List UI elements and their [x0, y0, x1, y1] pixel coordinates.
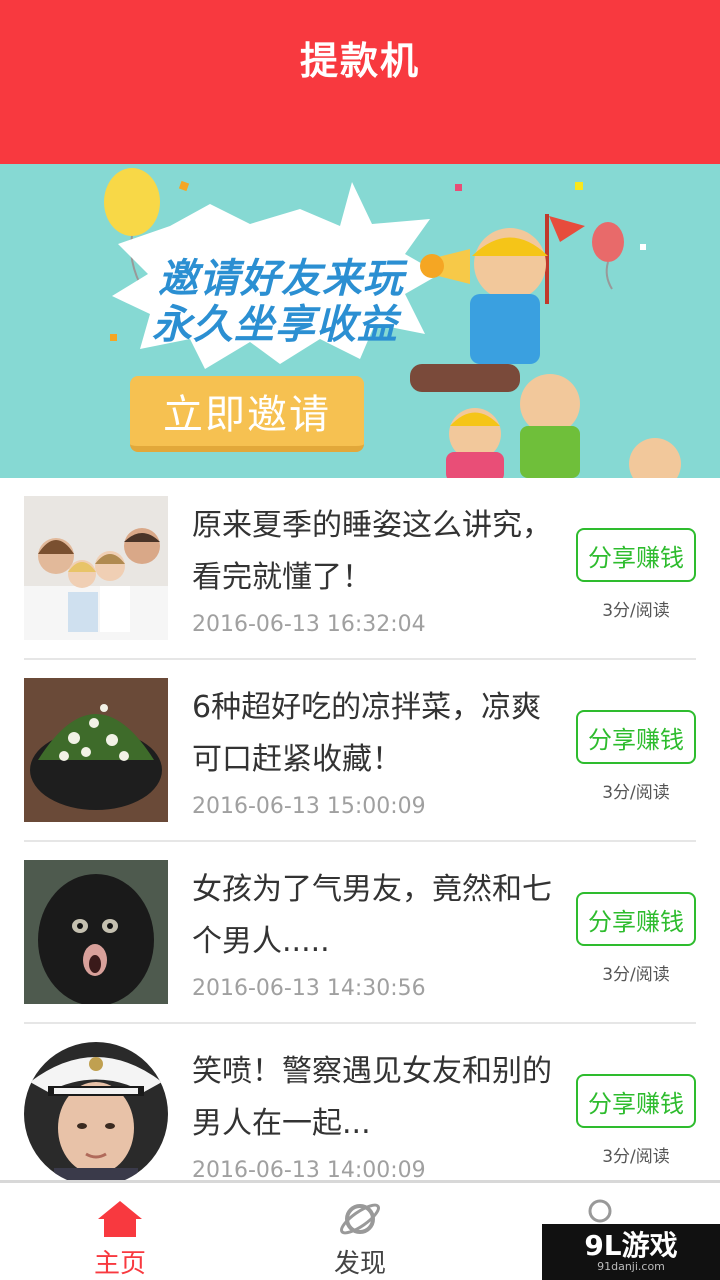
page-title: 提款机 — [299, 39, 420, 83]
tab-home[interactable]: 主页 — [0, 1183, 240, 1280]
reward-rate: 3分/阅读 — [602, 783, 670, 803]
police-woman-image — [24, 1042, 168, 1180]
article-title[interactable]: 笑喷！警察遇见女友和别的男人在一起... — [192, 1046, 552, 1150]
article-date: 2016-06-13 14:00:09 — [192, 1158, 426, 1180]
salad-bowl-image — [24, 678, 168, 822]
invite-banner[interactable]: 邀请好友来玩 永久坐享收益 立即邀请 — [0, 164, 720, 478]
share-earn-button[interactable]: 分享赚钱 — [576, 710, 696, 764]
family-sleeping-image — [24, 496, 168, 640]
reward-rate: 3分/阅读 — [602, 965, 670, 985]
list-item[interactable]: 6种超好吃的凉拌菜，凉爽可口赶紧收藏！ 2016-06-13 15:00:09 … — [0, 660, 720, 842]
article-title[interactable]: 女孩为了气男友，竟然和七个男人..... — [192, 864, 552, 968]
share-earn-button[interactable]: 分享赚钱 — [576, 1074, 696, 1128]
monkey-image — [24, 860, 168, 1004]
list-item[interactable]: 原来夏季的睡姿这么讲究，看完就懂了！ 2016-06-13 16:32:04 分… — [0, 478, 720, 660]
invite-now-button[interactable]: 立即邀请 — [130, 376, 364, 452]
watermark-main: 9L游戏 — [584, 1229, 678, 1262]
article-date: 2016-06-13 16:32:04 — [192, 612, 426, 637]
banner-headline-2: 永久坐享收益 — [152, 302, 398, 348]
share-earn-button[interactable]: 分享赚钱 — [576, 892, 696, 946]
reward-rate: 3分/阅读 — [602, 1147, 670, 1167]
list-item[interactable]: 女孩为了气男友，竟然和七个男人..... 2016-06-13 14:30:56… — [0, 842, 720, 1024]
article-date: 2016-06-13 15:00:09 — [192, 794, 426, 819]
watermark-sub: 91danji.com — [597, 1260, 665, 1273]
home-icon — [98, 1201, 142, 1237]
tab-discover[interactable]: 发现 — [240, 1183, 480, 1280]
app-header: 提款机 — [0, 0, 720, 164]
tab-label: 发现 — [333, 1249, 386, 1279]
share-earn-button[interactable]: 分享赚钱 — [576, 528, 696, 582]
tab-label: 主页 — [93, 1249, 146, 1279]
watermark-logo: 9L游戏 91danji.com — [542, 1224, 720, 1280]
planet-icon — [340, 1203, 380, 1235]
article-date: 2016-06-13 14:30:56 — [192, 976, 426, 1001]
list-item[interactable]: 笑喷！警察遇见女友和别的男人在一起... 2016-06-13 14:00:09… — [0, 1024, 720, 1180]
reward-rate: 3分/阅读 — [602, 601, 670, 621]
article-title[interactable]: 6种超好吃的凉拌菜，凉爽可口赶紧收藏！ — [192, 682, 552, 786]
article-title[interactable]: 原来夏季的睡姿这么讲究，看完就懂了！ — [192, 500, 552, 604]
article-list: 原来夏季的睡姿这么讲究，看完就懂了！ 2016-06-13 16:32:04 分… — [0, 478, 720, 1180]
